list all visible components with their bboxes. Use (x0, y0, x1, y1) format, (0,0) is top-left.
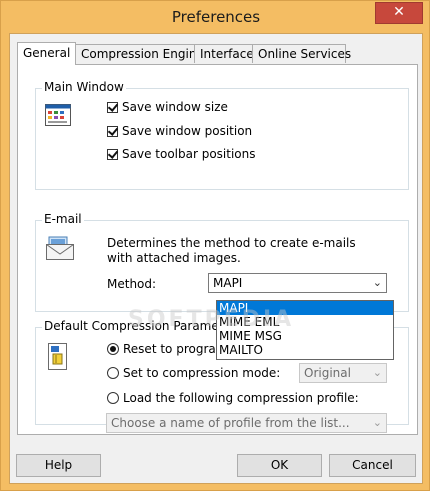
method-option-mapi[interactable]: MAPI (217, 301, 393, 315)
email-description: Determines the method to create e-mails … (107, 236, 356, 265)
ok-button[interactable]: OK (237, 454, 322, 477)
tab-interface[interactable]: Interface (194, 44, 254, 63)
set-compression-mode-option[interactable]: Set to compression mode: (107, 366, 280, 380)
tab-compression-engine[interactable]: Compression Engine (75, 44, 204, 63)
help-button[interactable]: Help (16, 454, 101, 477)
method-option-mime-msg[interactable]: MIME MSG (217, 329, 393, 343)
close-button[interactable]: ✕ (375, 2, 423, 24)
chevron-down-icon: ⌄ (372, 416, 382, 429)
set-compression-mode-radio[interactable] (107, 367, 119, 379)
compression-mode-value: Original (304, 366, 351, 380)
window-icon (45, 104, 71, 129)
chevron-down-icon: ⌄ (372, 276, 382, 289)
cancel-button[interactable]: Cancel (329, 454, 416, 477)
load-profile-option[interactable]: Load the following compression profile: (107, 391, 359, 405)
save-window-position-option[interactable]: Save window position (107, 124, 252, 138)
window-title: Preferences (171, 8, 261, 26)
main-window-group-label: Main Window (42, 80, 126, 94)
profile-select-placeholder: Choose a name of profile from the list..… (111, 416, 350, 430)
method-select-value: MAPI (213, 276, 243, 290)
save-toolbar-positions-option[interactable]: Save toolbar positions (107, 147, 256, 161)
compression-icon (45, 342, 71, 375)
email-group: E-mail Determines the method to create e… (35, 212, 409, 312)
general-panel: Main Window Save window size Save window… (17, 64, 418, 435)
method-label: Method: (107, 277, 157, 291)
reset-to-program-option[interactable]: Reset to program (107, 342, 227, 356)
load-profile-label: Load the following compression profile: (123, 391, 359, 405)
preferences-window: Preferences ✕ General Compression Engine… (0, 0, 430, 491)
save-window-size-checkbox[interactable] (107, 101, 118, 113)
method-option-mailto[interactable]: MAILTO (217, 343, 393, 357)
method-option-mime-eml[interactable]: MIME EML (217, 315, 393, 329)
save-window-size-label: Save window size (122, 100, 228, 114)
profile-select[interactable]: Choose a name of profile from the list..… (106, 413, 387, 433)
save-toolbar-positions-label: Save toolbar positions (122, 147, 256, 161)
method-dropdown-list: MAPI MIME EML MIME MSG MAILTO (216, 300, 394, 360)
reset-to-program-radio[interactable] (107, 343, 119, 355)
dialog-client: General Compression Engine Interface Onl… (9, 33, 423, 484)
email-group-label: E-mail (42, 212, 84, 226)
tab-online-services[interactable]: Online Services (252, 44, 351, 63)
reset-to-program-label: Reset to program (123, 342, 228, 356)
load-profile-radio[interactable] (107, 392, 119, 404)
method-select[interactable]: MAPI ⌄ (208, 273, 387, 293)
compression-group-label: Default Compression Paramete (42, 319, 233, 333)
chevron-down-icon: ⌄ (372, 366, 382, 379)
main-window-group: Main Window Save window size Save window… (35, 80, 409, 190)
compression-mode-select[interactable]: Original ⌄ (299, 363, 387, 383)
email-icon (45, 235, 75, 264)
save-toolbar-positions-checkbox[interactable] (107, 148, 118, 160)
save-window-position-label: Save window position (122, 124, 253, 138)
save-window-size-option[interactable]: Save window size (107, 100, 228, 114)
set-compression-mode-label: Set to compression mode: (123, 366, 281, 380)
tab-general[interactable]: General (17, 42, 76, 65)
save-window-position-checkbox[interactable] (107, 125, 118, 137)
